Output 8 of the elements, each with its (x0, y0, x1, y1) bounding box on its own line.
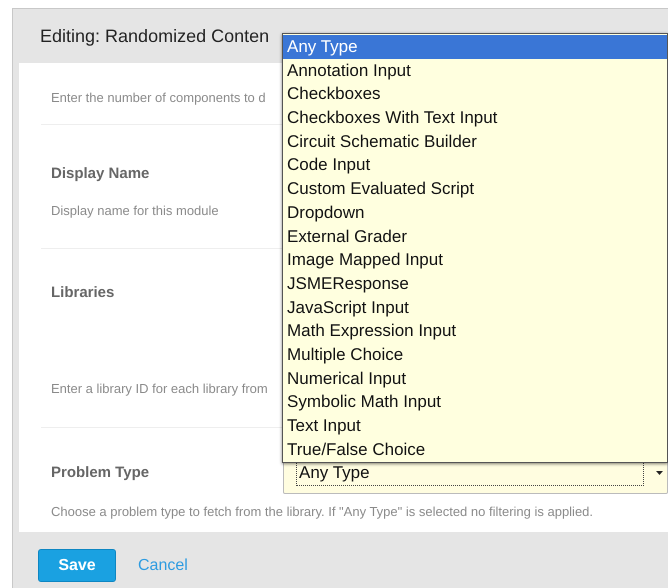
dialog-title: Editing: Randomized Conten (40, 24, 270, 48)
field-help-text: Enter the number of components to d (51, 89, 266, 107)
field-help-text: Display name for this module (51, 202, 219, 220)
field-label: Libraries (51, 283, 114, 303)
field-label: Problem Type (51, 463, 150, 483)
field-help-text: Enter a library ID for each library from (51, 380, 268, 398)
field-label: Display Name (51, 164, 150, 184)
field-help-text: Choose a problem type to fetch from the library. If "Any Type" is selected no filtering is applied. (51, 503, 594, 521)
